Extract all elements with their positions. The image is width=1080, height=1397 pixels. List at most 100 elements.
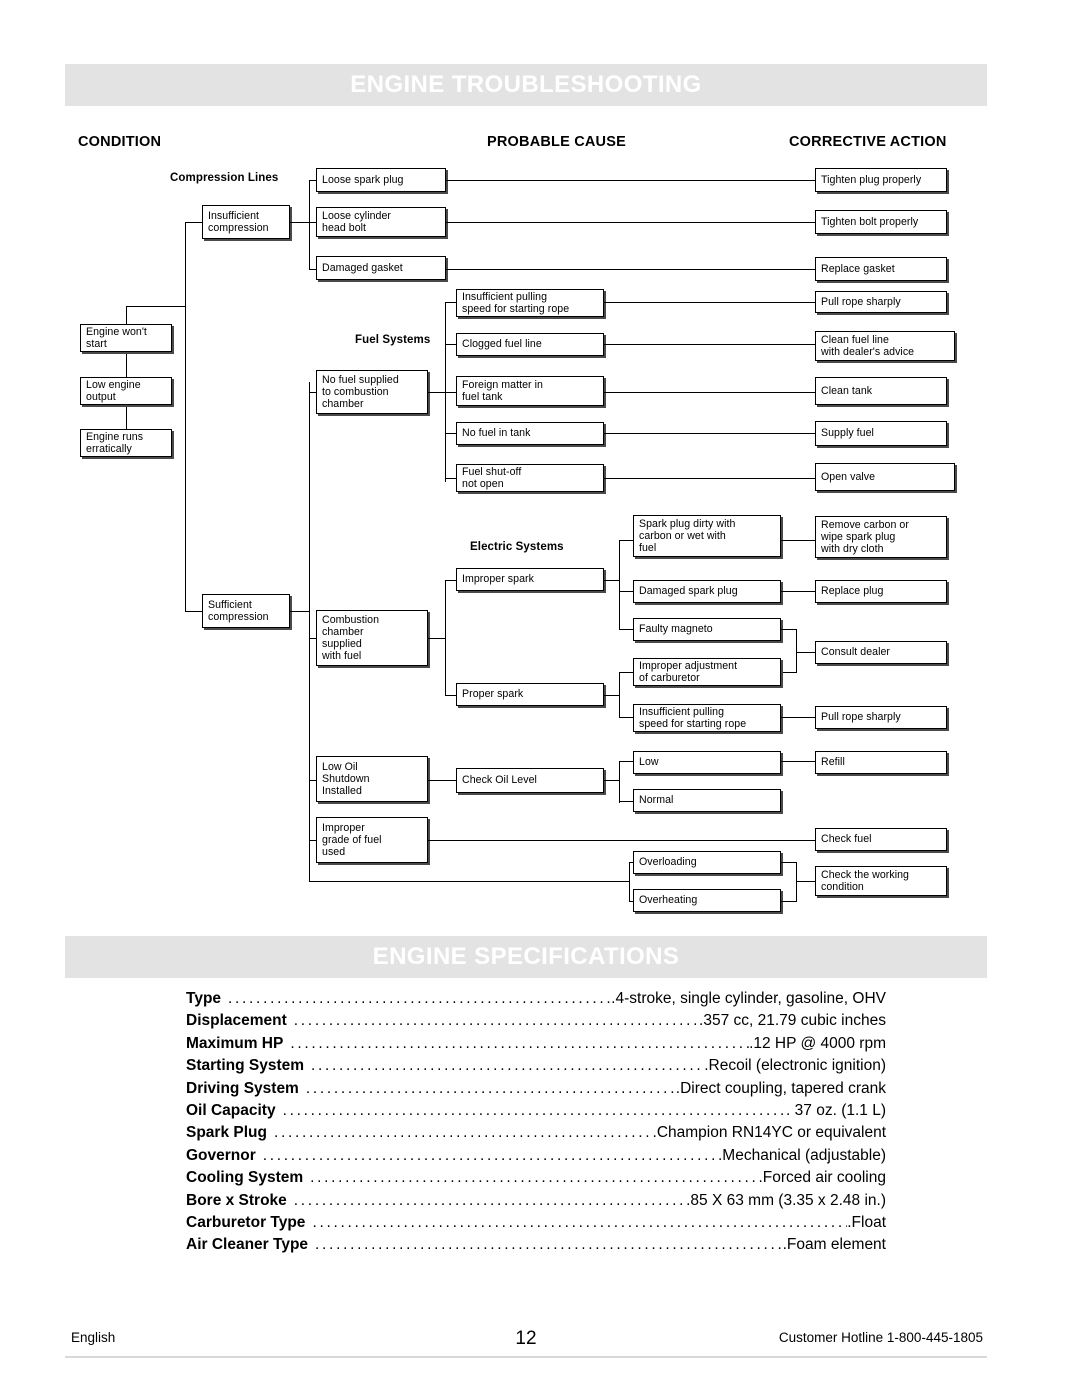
node-consult-dealer: Consult dealer <box>815 641 947 664</box>
node-label: Spark plug dirty with carbon or wet with f… <box>639 517 736 555</box>
spec-dot-leader: ........................................… <box>315 1236 783 1254</box>
spec-row: Maximum HP..............................… <box>186 1035 886 1057</box>
connector <box>604 478 816 480</box>
node-label: Pull rope sharply <box>821 711 901 724</box>
connector <box>126 404 128 430</box>
spec-row: Starting System.........................… <box>186 1057 886 1079</box>
connector <box>619 591 633 593</box>
node-insufficient-compression: Insufficient compression <box>202 205 290 239</box>
connector <box>619 540 633 542</box>
connector <box>781 591 815 593</box>
node-label: Overloading <box>639 856 697 869</box>
spec-dot-leader: ........................................… <box>310 1169 759 1187</box>
node-label: Insufficient compression <box>208 209 269 234</box>
troubleshooting-flowchart: Compression Lines Fuel Systems Electric … <box>0 0 1080 930</box>
footer-hotline: Customer Hotline 1-800-445-1805 <box>778 1330 983 1345</box>
connector <box>445 580 447 696</box>
spec-value: .357 cc, 21.79 cubic inches <box>699 1012 886 1030</box>
node-label: Check fuel <box>821 833 872 846</box>
spec-label: Displacement <box>186 1012 287 1030</box>
connector <box>781 862 797 864</box>
connector <box>619 761 633 763</box>
node-foreign-matter-in-fuel-tank: Foreign matter in fuel tank <box>456 376 604 406</box>
spec-label: Type <box>186 990 222 1007</box>
node-improper-spark: Improper spark <box>456 568 604 591</box>
footer-divider <box>65 1356 987 1358</box>
node-label: Sufficient compression <box>208 598 269 623</box>
connector <box>185 222 203 224</box>
spec-dot-leader: ........................................… <box>305 1079 676 1097</box>
spec-row: Carburetor Type.........................… <box>186 1214 886 1236</box>
node-label: Low <box>639 756 659 769</box>
section-banner-specifications: ENGINE SPECIFICATIONS <box>65 936 987 978</box>
node-label: Clean fuel line with dealer's advice <box>821 333 915 358</box>
spec-label: Maximum HP <box>186 1034 284 1052</box>
spec-dot-leader: ........................................… <box>273 1124 653 1142</box>
connector <box>604 433 816 435</box>
spec-label: Carburetor Type <box>186 1213 306 1231</box>
spec-value: .Float <box>847 1213 886 1231</box>
connector <box>781 761 815 763</box>
spec-row: Spark Plug..............................… <box>186 1124 886 1146</box>
connector <box>309 180 311 270</box>
node-overloading: Overloading <box>633 851 781 874</box>
group-label-compression-lines: Compression Lines <box>170 172 279 184</box>
node-replace-gasket: Replace gasket <box>815 257 947 281</box>
node-engine-runs-erratically: Engine runs erratically <box>80 429 172 457</box>
node-check-fuel: Check fuel <box>815 828 947 851</box>
node-low-oil-shutdown: Low Oil Shutdown Installed <box>316 756 428 802</box>
spec-label: Bore x Stroke <box>186 1191 287 1209</box>
spec-row: Displacement............................… <box>186 1012 886 1034</box>
connector <box>604 302 816 304</box>
node-loose-spark-plug: Loose spark plug <box>316 168 446 192</box>
connector <box>604 392 816 394</box>
node-label: Replace gasket <box>821 262 895 275</box>
node-label: Proper spark <box>462 688 524 701</box>
node-damaged-gasket: Damaged gasket <box>316 256 446 280</box>
spec-row: Governor................................… <box>186 1147 886 1169</box>
node-overheating: Overheating <box>633 889 781 912</box>
node-combustion-chamber-supplied: Combustion chamber supplied with fuel <box>316 610 428 666</box>
spec-row: Cooling System..........................… <box>186 1169 886 1191</box>
spec-label: Spark Plug <box>186 1124 267 1142</box>
node-tighten-plug-properly: Tighten plug properly <box>815 168 947 192</box>
node-supply-fuel: Supply fuel <box>815 421 947 446</box>
spec-dot-leader: ........................................… <box>312 1213 848 1231</box>
spec-dot-leader: ........................................… <box>293 1191 687 1209</box>
node-fuel-shutoff-not-open: Fuel shut-off not open <box>456 464 604 492</box>
spec-value: .Forced air cooling <box>758 1169 886 1187</box>
spec-value: .Direct coupling, tapered crank <box>675 1079 886 1097</box>
spec-row: Bore x Stroke...........................… <box>186 1192 886 1214</box>
node-oil-normal: Normal <box>633 789 781 812</box>
connector <box>619 717 633 719</box>
spec-label: Oil Capacity <box>186 1101 276 1119</box>
node-insufficient-pulling-speed-1: Insufficient pulling speed for starting r… <box>456 289 604 317</box>
spec-dot-leader: ........................................… <box>290 1034 749 1052</box>
spec-dot-leader: ........................................… <box>311 1057 704 1075</box>
connector <box>796 652 816 654</box>
node-label: Clogged fuel line <box>462 338 542 351</box>
node-label: Improper grade of fuel used <box>322 821 382 859</box>
node-label: Check the working condition <box>821 868 909 893</box>
node-pull-rope-sharply-1: Pull rope sharply <box>815 291 947 313</box>
node-label: Low engine output <box>86 378 141 403</box>
node-label: Low Oil Shutdown Installed <box>322 760 370 798</box>
node-label: Damaged gasket <box>322 261 403 274</box>
spec-value: . 37 oz. (1.1 L) <box>786 1101 886 1119</box>
spec-value: .Mechanical (adjustable) <box>717 1146 886 1164</box>
connector <box>290 222 310 224</box>
node-label: Check Oil Level <box>462 774 537 787</box>
connector <box>126 350 128 378</box>
node-spark-plug-dirty: Spark plug dirty with carbon or wet with f… <box>633 515 781 557</box>
spec-row: Air Cleaner Type........................… <box>186 1236 886 1258</box>
node-label: No fuel supplied to combustion chamber <box>322 373 399 411</box>
spec-dot-leader: ........................................… <box>282 1101 787 1119</box>
node-clean-fuel-line: Clean fuel line with dealer's advice <box>815 331 955 361</box>
node-damaged-spark-plug: Damaged spark plug <box>633 580 781 603</box>
connector <box>446 269 816 271</box>
node-low-engine-output: Low engine output <box>80 377 172 405</box>
spec-row: Oil Capacity............................… <box>186 1102 886 1124</box>
node-label: Combustion chamber supplied with fuel <box>322 613 380 663</box>
connector <box>428 392 446 394</box>
connector <box>446 180 816 182</box>
